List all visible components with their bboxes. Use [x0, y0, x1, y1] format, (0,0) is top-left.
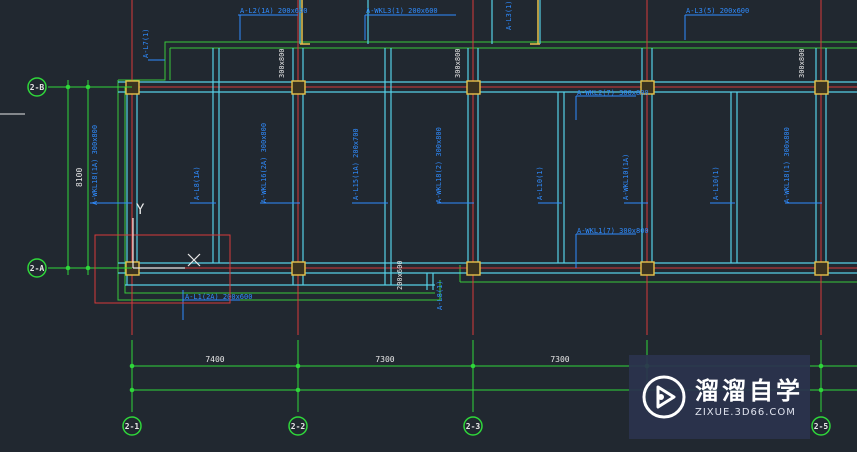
beam-label: A-L7(1): [142, 28, 150, 58]
beam-label: A-WKL18(1) 300x800: [783, 127, 791, 203]
axis-bubble[interactable]: 2-B: [27, 77, 47, 97]
axis-bubble[interactable]: 2-3: [463, 416, 483, 436]
beam-label: A-WKL3(1) 200x600: [366, 7, 438, 15]
beam-label: A-L3(1): [505, 0, 513, 30]
axis-bubble[interactable]: 2-2: [288, 416, 308, 436]
beam-label: A-L8(1A): [193, 166, 201, 200]
ucs-icon: [132, 218, 201, 269]
axis-label: 2-1: [125, 422, 140, 431]
section-size: 200x600: [396, 260, 404, 290]
beam-label: A-L15(1A) 200x700: [352, 128, 360, 200]
axis-label: 2-A: [30, 264, 45, 273]
beam-label: A-L10(1): [536, 166, 544, 200]
play-icon: [642, 375, 686, 419]
beam-labels-top: A-L2(1A) 200x600 A-WKL3(1) 200x600 A-L3(…: [142, 0, 749, 58]
span-dimension: 7400: [205, 355, 224, 364]
axis-bubble[interactable]: 2-1: [122, 416, 142, 436]
beam-label: A-WKL18(2) 300x800: [435, 127, 443, 203]
beam-label: A-L2(1A) 200x600: [240, 7, 307, 15]
section-size: 300x800: [278, 48, 286, 78]
beam-labels-vertical: A-WKL18(1A) 300x800 A-L8(1A) A-WKL16(2A)…: [91, 123, 791, 205]
beam-label: A-L3(5) 200x600: [686, 7, 749, 15]
watermark: 溜溜自学 ZIXUE.3D66.COM: [629, 355, 810, 439]
vertical-dimension: [48, 80, 132, 275]
beam-label: A-WKL2(7) 300x800: [577, 89, 649, 97]
beam-label: A-L1(2A) 200x600: [185, 293, 252, 301]
beam-label: A-WKL10(1A): [622, 154, 630, 200]
section-size: 300x800: [454, 48, 462, 78]
axis-bubble[interactable]: 2-5: [811, 416, 831, 436]
beam-label: A-L10(1): [712, 166, 720, 200]
beam-label: A-WKL18(1A) 300x800: [91, 125, 99, 205]
watermark-title: 溜溜自学: [695, 376, 803, 405]
axis-label: 2-2: [291, 422, 306, 431]
watermark-url: ZIXUE.3D66.COM: [695, 406, 796, 418]
beam-label: A-WKL16(2A) 300x800: [260, 123, 268, 203]
beam-lines: [118, 0, 857, 290]
section-size: 300x800: [798, 48, 806, 78]
span-dimension: 7300: [375, 355, 394, 364]
beam-label: A-WKL1(7) 300x800: [577, 227, 649, 235]
axis-label: 2-5: [814, 422, 829, 431]
beam-labels-side: A-WKL2(7) 300x800 A-WKL1(7) 300x800 A-L1…: [185, 89, 649, 310]
columns: [125, 80, 829, 276]
slab-outline: [117, 41, 857, 301]
beam-label: A-L8(1): [436, 280, 444, 310]
ucs-y-label: Y: [136, 202, 145, 218]
axis-label: 2-B: [30, 83, 45, 92]
axis-label: 2-3: [466, 422, 481, 431]
span-dimension: 7300: [550, 355, 569, 364]
dimension-vertical: 8100: [75, 168, 84, 187]
axis-bubble[interactable]: 2-A: [27, 258, 47, 278]
span-dimension-labels: 7400 7300 7300: [205, 355, 569, 364]
